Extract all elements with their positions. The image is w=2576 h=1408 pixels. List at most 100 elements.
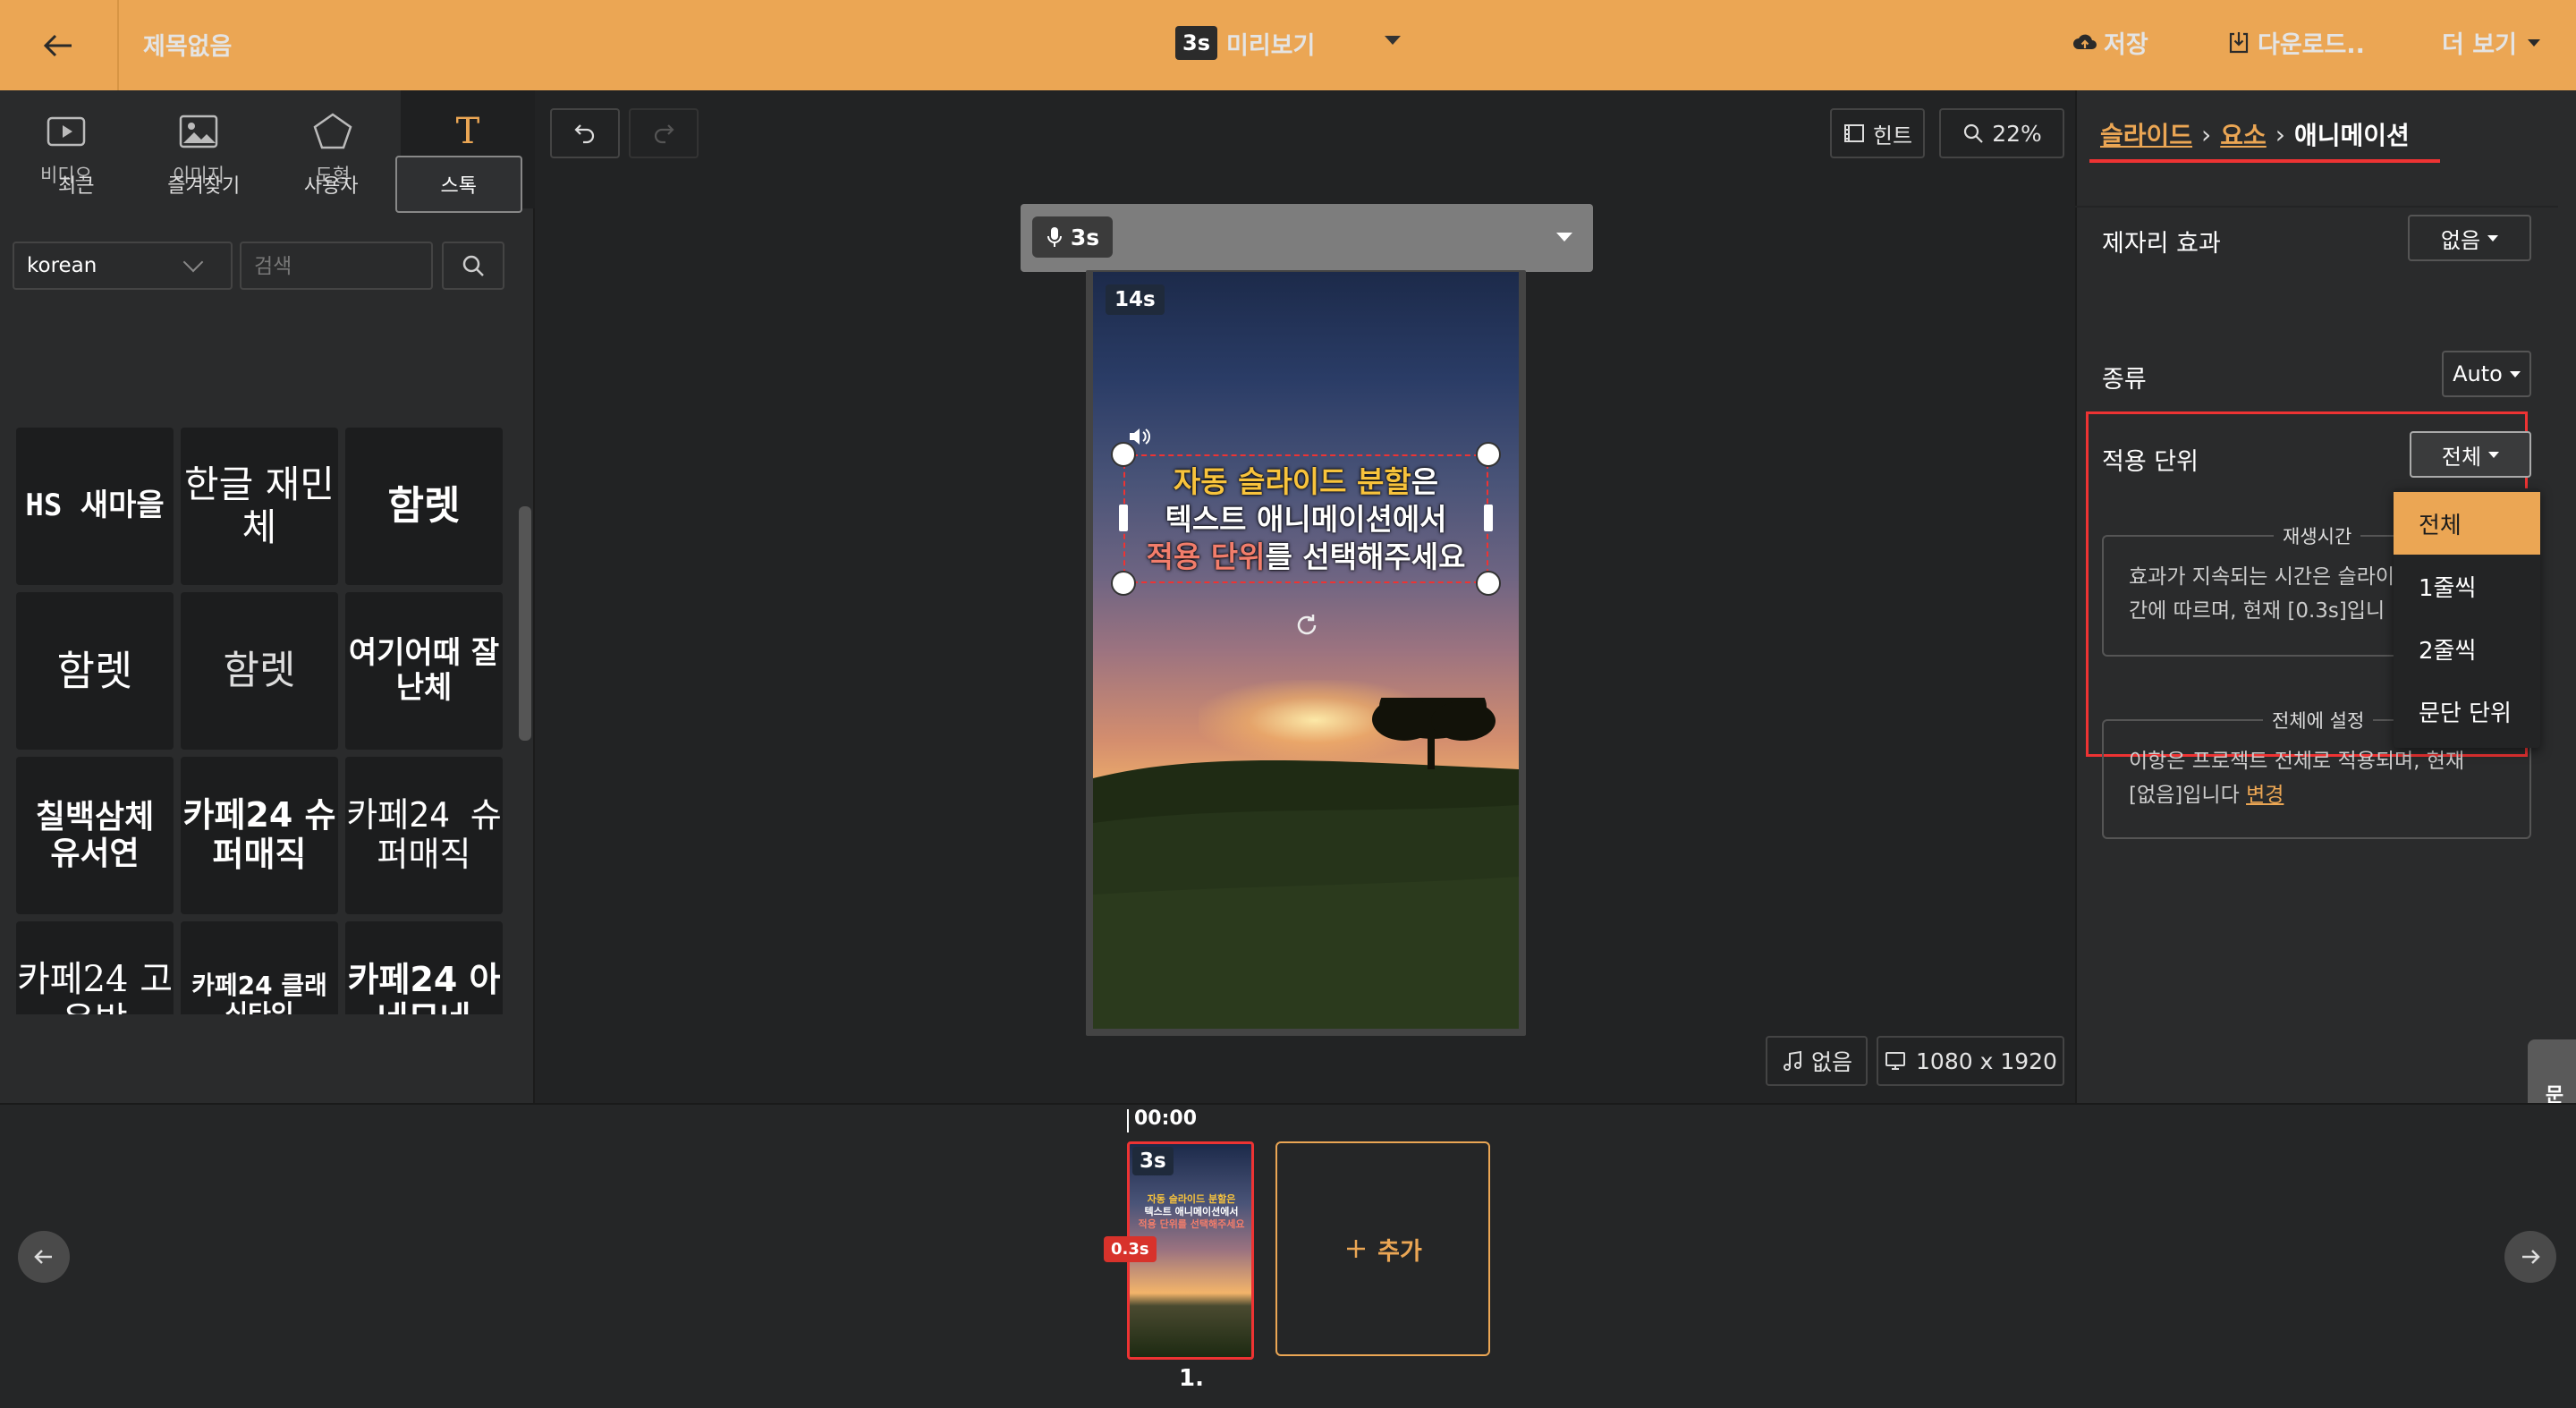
- music-button[interactable]: 없음: [1766, 1036, 1868, 1086]
- chevron-down-icon: [2527, 38, 2540, 47]
- hint-button[interactable]: 힌트: [1830, 108, 1925, 158]
- music-label: 없음: [1810, 1049, 1852, 1075]
- voice-duration: 3s: [1070, 224, 1100, 250]
- save-button[interactable]: 저장: [2072, 25, 2148, 60]
- playtime-text-1: 효과가 지속되는 시간은 슬라이: [2129, 565, 2395, 589]
- transition-duration-badge[interactable]: 0.3s: [1104, 1236, 1157, 1262]
- arrow-left-icon: [34, 1250, 52, 1264]
- unit-option-all[interactable]: 전체: [2394, 492, 2540, 555]
- kind-dropdown[interactable]: Auto: [2442, 351, 2531, 397]
- film-icon: [1843, 124, 1864, 142]
- apply-all-text-2: [없음]입니다 변경: [2129, 778, 2284, 812]
- unit-label: 적용 단위: [2102, 448, 2199, 476]
- font-card[interactable]: 카페24 아네모네: [345, 921, 503, 1014]
- chevron-down-icon: [2488, 451, 2500, 458]
- font-card[interactable]: 한글 재민체: [181, 428, 338, 585]
- unit-option-2-lines[interactable]: 2줄씩: [2394, 617, 2540, 680]
- breadcrumb: 슬라이드 › 요소 › 애니메이션: [2100, 116, 2410, 152]
- tab-user[interactable]: 사용자: [267, 156, 395, 213]
- resolution-label: 1080 x 1920: [1916, 1048, 2057, 1074]
- font-card[interactable]: 카페24 슈퍼매직: [181, 757, 338, 914]
- caption-line-3: 적용 단위를 선택해주세요: [1123, 539, 1488, 576]
- timeline-time: 00:00: [1134, 1107, 1198, 1130]
- save-label: 저장: [2104, 31, 2148, 59]
- resize-handle-bottom-right[interactable]: [1476, 571, 1501, 596]
- apply-all-text-2-label: [없음]입니다: [2129, 784, 2240, 807]
- font-grid-scroll-thumb[interactable]: [519, 506, 531, 741]
- font-card[interactable]: 카페24 고운밤: [16, 921, 174, 1014]
- undo-button[interactable]: [550, 108, 620, 158]
- back-button[interactable]: [0, 0, 119, 90]
- in-place-effect-dropdown[interactable]: 없음: [2408, 215, 2531, 261]
- resolution-button[interactable]: 1080 x 1920: [1877, 1036, 2064, 1086]
- caption-highlight-3: 적용 단위: [1146, 539, 1266, 574]
- caption-line-1: 자동 슬라이드 분할은: [1123, 463, 1488, 501]
- font-grid: HS 새마을 한글 재민체 함렛 함렛 함렛 여기어때 잘난체 칠백삼체 유서연…: [14, 308, 504, 1014]
- playtime-legend: 재생시간: [2274, 522, 2361, 549]
- font-card[interactable]: HS 새마을: [16, 428, 174, 585]
- chevron-right-icon: ›: [2275, 119, 2285, 149]
- apply-all-change-link[interactable]: 변경: [2246, 784, 2284, 807]
- svg-text:T: T: [456, 111, 480, 152]
- zoom-button[interactable]: 22%: [1939, 108, 2064, 158]
- add-slide-label: 추가: [1377, 1237, 1422, 1266]
- add-slide-button[interactable]: 추가: [1275, 1141, 1490, 1356]
- voice-duration-chip[interactable]: 3s: [1032, 216, 1113, 258]
- breadcrumb-element[interactable]: 요소: [2220, 116, 2267, 152]
- breadcrumb-slide[interactable]: 슬라이드: [2100, 116, 2192, 152]
- font-card[interactable]: 함렛: [16, 592, 174, 750]
- text-icon: T: [456, 111, 480, 152]
- resize-handle-top-right[interactable]: [1476, 442, 1501, 467]
- unit-option-paragraph[interactable]: 문단 단위: [2394, 680, 2540, 742]
- font-search-button[interactable]: [442, 242, 504, 290]
- font-card[interactable]: 카페24 클래식타입: [181, 921, 338, 1014]
- preview-label: 미리보기: [1225, 31, 1316, 60]
- arrow-right-icon: [2522, 1250, 2540, 1264]
- font-card[interactable]: 칠백삼체 유서연: [16, 757, 174, 914]
- preview-button[interactable]: 3s 미리보기: [1175, 23, 1315, 63]
- font-card[interactable]: 카페24 슈퍼매직: [345, 757, 503, 914]
- slide-index: 1.: [1179, 1365, 1204, 1392]
- unit-dropdown[interactable]: 전체: [2410, 431, 2531, 478]
- caption-line-2: 텍스트 애니메이션에서: [1165, 502, 1447, 537]
- thumb-caption-line-1: 자동 슬라이드 분할은: [1147, 1193, 1236, 1205]
- caption-text[interactable]: 자동 슬라이드 분할은 텍스트 애니메이션에서 적용 단위를 선택해주세요: [1123, 463, 1488, 576]
- rotate-icon[interactable]: [1293, 612, 1320, 639]
- slide-duration-badge: 3s: [1132, 1147, 1174, 1175]
- resize-handle-right[interactable]: [1484, 505, 1493, 531]
- divider: [2075, 206, 2558, 208]
- font-card[interactable]: 함렛: [345, 428, 503, 585]
- document-title[interactable]: 제목없음: [143, 27, 232, 62]
- font-search-input[interactable]: [240, 242, 433, 290]
- download-label: 다운로드..: [2258, 31, 2365, 59]
- chevron-right-icon: ›: [2201, 119, 2212, 149]
- download-button[interactable]: 다운로드..: [2225, 25, 2365, 60]
- kind-label: 종류: [2102, 366, 2147, 394]
- tab-stock[interactable]: 스톡: [394, 156, 522, 213]
- font-card[interactable]: 함렛: [181, 592, 338, 750]
- voice-dropdown-caret[interactable]: [1556, 233, 1572, 242]
- apply-all-legend: 전체에 설정: [2263, 707, 2374, 734]
- playtime-text-2: 간에 따르며, 현재 [0.3s]입니: [2129, 599, 2385, 623]
- resize-handle-bottom-left[interactable]: [1111, 571, 1136, 596]
- breadcrumb-current: 애니메이션: [2293, 121, 2410, 150]
- tab-recent[interactable]: 최근: [13, 156, 140, 213]
- resize-handle-left[interactable]: [1119, 505, 1128, 531]
- search-icon: [1964, 123, 1983, 143]
- resize-handle-top-left[interactable]: [1111, 442, 1136, 467]
- unit-option-1-line[interactable]: 1줄씩: [2394, 555, 2540, 617]
- font-category-tabs: 최근 즐겨찾기 사용자 스톡: [13, 156, 522, 213]
- unit-dropdown-menu: 전체 1줄씩 2줄씩 문단 단위: [2394, 488, 2540, 748]
- tab-favorites[interactable]: 즐겨찾기: [140, 156, 268, 213]
- playhead[interactable]: [1127, 1109, 1129, 1132]
- font-card[interactable]: 여기어때 잘난체: [345, 592, 503, 750]
- stage-duration-badge: 14s: [1106, 284, 1165, 315]
- timeline-prev-button[interactable]: [18, 1231, 70, 1283]
- more-menu-button[interactable]: 더 보기: [2442, 25, 2540, 60]
- timeline-next-button[interactable]: [2504, 1231, 2556, 1283]
- redo-button[interactable]: [629, 108, 699, 158]
- thumb-caption-line-3: 적용 단위를 선택해주세요: [1138, 1218, 1245, 1230]
- preview-dropdown-caret[interactable]: [1385, 36, 1401, 45]
- redo-icon: [654, 124, 674, 144]
- search-icon: [462, 255, 484, 276]
